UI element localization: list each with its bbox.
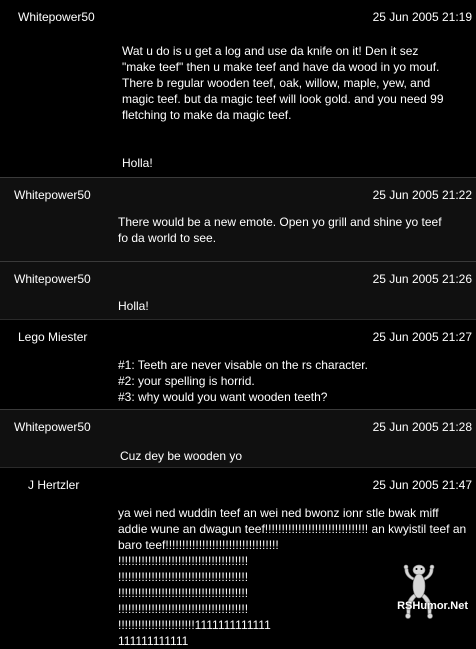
post-body: There would be a new emote. Open yo gril… <box>118 215 442 245</box>
post-author[interactable]: Whitepower50 <box>14 419 91 435</box>
post-date: 25 Jun 2005 21:22 <box>372 188 472 202</box>
post: Whitepower50 25 Jun 2005 21:26 Holla! <box>0 261 476 319</box>
post-date: 25 Jun 2005 21:28 <box>372 420 472 434</box>
post: Whitepower50 25 Jun 2005 21:19 Wat u do … <box>0 0 476 177</box>
post-author[interactable]: Whitepower50 <box>14 271 91 287</box>
watermark-text: RSHumor.Net <box>397 600 468 612</box>
post-author[interactable]: Whitepower50 <box>18 9 95 25</box>
post: Whitepower50 25 Jun 2005 21:28 Cuz dey b… <box>0 409 476 467</box>
post-body: Holla! <box>118 299 149 313</box>
post-date: 25 Jun 2005 21:19 <box>372 10 472 24</box>
post-date: 25 Jun 2005 21:47 <box>372 478 472 492</box>
post-body: Cuz dey be wooden yo <box>120 449 243 463</box>
post-author[interactable]: Lego Miester <box>18 329 87 345</box>
post: Whitepower50 25 Jun 2005 21:22 There wou… <box>0 177 476 261</box>
watermark: RSHumor.Net <box>396 564 470 624</box>
post-date: 25 Jun 2005 21:26 <box>372 272 472 286</box>
post-author[interactable]: Whitepower50 <box>14 187 91 203</box>
post-date: 25 Jun 2005 21:27 <box>372 330 472 344</box>
post-author[interactable]: J Hertzler <box>28 477 79 493</box>
post: Lego Miester 25 Jun 2005 21:27 #1: Teeth… <box>0 319 476 409</box>
post-body: #1: Teeth are never visable on the rs ch… <box>118 358 368 404</box>
post-body: Wat u do is u get a log and use da knife… <box>122 44 444 170</box>
